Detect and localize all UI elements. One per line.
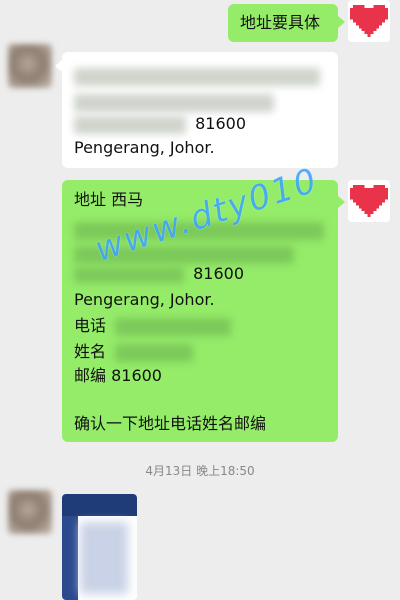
name-label: 姓名: [74, 342, 107, 361]
self-avatar[interactable]: [348, 180, 390, 222]
heart-icon: [350, 184, 388, 218]
redacted-name: [115, 343, 194, 362]
zip-text: 邮编 81600: [74, 366, 162, 385]
state-text: Pengerang, Johor.: [74, 138, 215, 157]
contact-avatar[interactable]: [8, 44, 52, 88]
contact-avatar[interactable]: [8, 490, 52, 534]
message-text: 地址要具体: [240, 13, 321, 32]
self-avatar[interactable]: [348, 0, 390, 42]
redacted-text: [74, 67, 320, 86]
postcode-text: 81600: [193, 264, 244, 283]
phone-label: 电话: [74, 316, 107, 335]
bubble-tail: [338, 196, 345, 208]
image-message-thumbnail[interactable]: [62, 494, 137, 600]
redacted-text: [74, 115, 186, 134]
message-timestamp: 4月13日 晚上18:50: [145, 464, 255, 478]
bubble-tail: [338, 16, 345, 28]
thumbnail-header: [62, 494, 137, 516]
received-message-bubble[interactable]: 81600 Pengerang, Johor.: [62, 52, 338, 168]
redacted-text: [74, 93, 274, 112]
confirm-text: 确认一下地址电话姓名邮编: [74, 414, 267, 433]
redacted-text: [74, 266, 184, 283]
bubble-tail: [55, 60, 62, 72]
sent-message-bubble[interactable]: 地址要具体: [228, 4, 338, 42]
thumbnail-blurred-content: [80, 522, 128, 594]
heart-icon: [350, 4, 388, 38]
postcode-text: 81600: [195, 114, 246, 133]
redacted-phone: [115, 317, 232, 336]
address-label: 地址 西马: [74, 190, 144, 209]
thumbnail-side-panel: [62, 516, 78, 600]
state-text: Pengerang, Johor.: [74, 290, 215, 309]
